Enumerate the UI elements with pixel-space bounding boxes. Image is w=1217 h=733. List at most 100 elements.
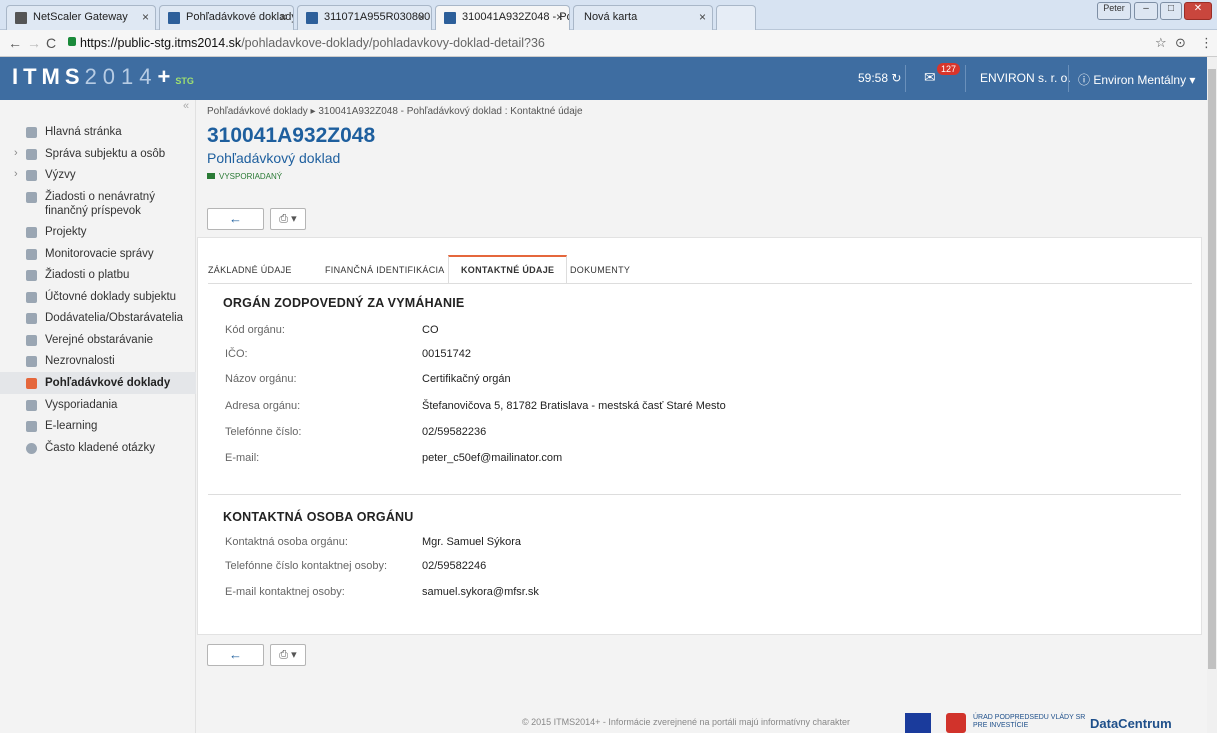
menu-dots-icon[interactable]: ⋮ <box>1200 35 1213 51</box>
close-tab-icon[interactable]: × <box>142 10 149 24</box>
settlement-icon <box>26 400 37 411</box>
user-menu[interactable]: ⓘ Environ Mentálny ▾ <box>1078 71 1195 88</box>
extension-icon[interactable]: ⊙ <box>1175 35 1186 51</box>
close-tab-icon[interactable]: × <box>699 10 706 24</box>
itms-favicon-icon <box>168 12 180 24</box>
sidebar-item-subjects[interactable]: › Správa subjektu a osôb <box>0 147 196 163</box>
payment-icon <box>26 270 37 281</box>
address-bar: ← → C https://public-stg.itms2014.sk/poh… <box>0 30 1217 57</box>
field-value: samuel.sykora@mfsr.sk <box>422 586 539 598</box>
itms-favicon-icon <box>444 12 456 24</box>
field-value: Certifikačný orgán <box>422 373 511 385</box>
sidebar-item-label: Dodávatelia/Obstarávatelia <box>45 312 184 324</box>
procurement-icon <box>26 335 37 346</box>
tab-documents[interactable]: DOKUMENTY <box>570 255 630 283</box>
chevron-right-icon: › <box>14 168 18 180</box>
mail-icon[interactable]: ✉ <box>924 69 936 86</box>
status-badge: VYSPORIADANÝ <box>207 172 282 181</box>
breadcrumb-current: 310041A932Z048 - Pohľadávkový doklad : K… <box>318 106 583 117</box>
sidebar-item-accounting[interactable]: Účtovné doklady subjektu <box>0 290 196 306</box>
document-icon <box>26 192 37 203</box>
browser-tab-311071[interactable]: 311071A955R0308001 - × <box>297 5 432 30</box>
print-dropdown-button[interactable]: ⎙ ▾ <box>270 208 306 230</box>
sidebar-item-label: Nezrovnalosti <box>45 355 115 367</box>
netscaler-favicon-icon <box>15 12 27 24</box>
eu-flag-icon <box>905 713 931 733</box>
back-button[interactable]: ← <box>207 208 264 230</box>
slovak-coat-of-arms-icon <box>946 713 966 733</box>
gov-line-1: ÚRAD PODPREDSEDU VLÁDY SR <box>973 714 1086 721</box>
new-tab-button[interactable] <box>716 5 756 30</box>
refresh-icon[interactable]: ↻ <box>891 71 901 85</box>
tab-financial-identification[interactable]: FINANČNÁ IDENTIFIKÁCIA <box>325 255 445 283</box>
breadcrumb-link[interactable]: Pohľadávkové doklady <box>207 106 308 117</box>
footer-text: © 2015 ITMS2014+ - Informácie zverejnené… <box>522 717 851 727</box>
minimize-icon[interactable]: – <box>1134 2 1158 20</box>
maximize-icon[interactable]: □ <box>1160 2 1182 20</box>
sidebar-item-home[interactable]: Hlavná stránka <box>0 125 196 141</box>
browser-tab-active[interactable]: 310041A932Z048 - Pohľ × <box>435 5 570 30</box>
browser-tab-bar: NetScaler Gateway × Pohľadávkové doklady… <box>0 0 1217 30</box>
sidebar-item-label: E-learning <box>45 420 98 432</box>
sidebar-item-receivables[interactable]: Pohľadávkové doklady <box>0 372 196 394</box>
sidebar-item-label: Projekty <box>45 226 87 238</box>
itms-logo[interactable]: ITMS2014+STG <box>12 64 194 90</box>
page-title: 310041A932Z048 <box>207 124 376 147</box>
tab-contact-data[interactable]: KONTAKTNÉ ÚDAJE <box>448 255 568 283</box>
sidebar-item-settlements[interactable]: Vysporiadania <box>0 398 196 414</box>
sidebar-item-suppliers[interactable]: Dodávatelia/Obstarávatelia <box>0 311 196 327</box>
star-icon[interactable]: ☆ <box>1155 35 1167 51</box>
detail-panel: ZÁKLADNÉ ÚDAJE FINANČNÁ IDENTIFIKÁCIA KO… <box>197 237 1202 635</box>
session-timer: 59:58 ↻ <box>858 71 901 85</box>
sidebar-item-label: Monitorovacie správy <box>45 248 154 260</box>
app-header: ITMS2014+STG 59:58 ↻ ✉ 127 ENVIRON s. r.… <box>0 57 1207 100</box>
close-tab-icon[interactable]: × <box>556 10 563 24</box>
organization-name[interactable]: ENVIRON s. r. o. <box>980 71 1071 85</box>
browser-tab-label: NetScaler Gateway <box>33 11 128 23</box>
browser-tab-new[interactable]: Nová karta × <box>573 5 713 30</box>
sidebar-item-calls[interactable]: › Výzvy <box>0 168 196 184</box>
sidebar-item-label: Výzvy <box>45 169 76 181</box>
sidebar-item-faq[interactable]: Často kladené otázky <box>0 441 196 457</box>
browser-tab-label: 310041A932Z048 - Pohľ <box>462 11 569 23</box>
back-arrow-icon[interactable]: ← <box>8 35 22 51</box>
flag-icon <box>207 173 215 179</box>
sidebar-item-applications[interactable]: Žiadosti o nenávratný finančný príspevok <box>0 190 196 220</box>
browser-tab-netscaler[interactable]: NetScaler Gateway × <box>6 5 156 30</box>
logo-env: STG <box>175 76 194 86</box>
forward-arrow-icon[interactable]: → <box>27 35 41 51</box>
field-label: E-mail kontaktnej osoby: <box>225 586 345 598</box>
browser-tab-label: 311071A955R0308001 - <box>324 11 432 23</box>
sidebar-item-procurement[interactable]: Verejné obstarávanie <box>0 333 196 349</box>
breadcrumb: Pohľadávkové doklady ▸ 310041A932Z048 - … <box>207 106 583 117</box>
url-path: /pohladavkove-doklady/pohladavkovy-dokla… <box>241 36 545 50</box>
sidebar-item-label: Hlavná stránka <box>45 126 122 138</box>
sidebar-item-label: Vysporiadania <box>45 399 118 411</box>
sidebar-item-monitoring[interactable]: Monitorovacie správy <box>0 247 196 263</box>
collapse-sidebar-icon[interactable]: « <box>183 100 189 112</box>
tab-basic-data[interactable]: ZÁKLADNÉ ÚDAJE <box>208 255 292 283</box>
sidebar-item-irregularities[interactable]: Nezrovnalosti <box>0 354 196 370</box>
browser-tab-pohladavkove[interactable]: Pohľadávkové doklady, I × <box>159 5 294 30</box>
sidebar-item-projects[interactable]: Projekty <box>0 225 196 241</box>
government-office-logo: ÚRAD PODPREDSEDU VLÁDY SR PRE INVESTÍCIE <box>973 714 1085 730</box>
clipboard-icon <box>26 249 37 260</box>
datacentrum-logo[interactable]: DataCentrum <box>1090 716 1172 731</box>
sidebar-item-elearning[interactable]: E-learning <box>0 419 196 435</box>
reload-icon[interactable]: C <box>46 35 56 51</box>
print-dropdown-button-bottom[interactable]: ⎙ ▾ <box>270 644 306 666</box>
book-icon <box>26 421 37 432</box>
url-field[interactable]: https://public-stg.itms2014.sk/pohladavk… <box>80 36 545 50</box>
back-button-bottom[interactable]: ← <box>207 644 264 666</box>
header-divider <box>965 65 966 92</box>
scrollbar-thumb[interactable] <box>1208 69 1216 669</box>
tab-underline <box>208 283 1192 284</box>
people-icon <box>26 149 37 160</box>
close-window-icon[interactable]: ✕ <box>1184 2 1212 20</box>
ledger-icon <box>26 292 37 303</box>
close-tab-icon[interactable]: × <box>280 10 287 24</box>
sidebar-item-payments[interactable]: Žiadosti o platbu <box>0 268 196 284</box>
logo-main: ITMS <box>12 64 85 89</box>
home-icon <box>26 127 37 138</box>
close-tab-icon[interactable]: × <box>418 10 425 24</box>
